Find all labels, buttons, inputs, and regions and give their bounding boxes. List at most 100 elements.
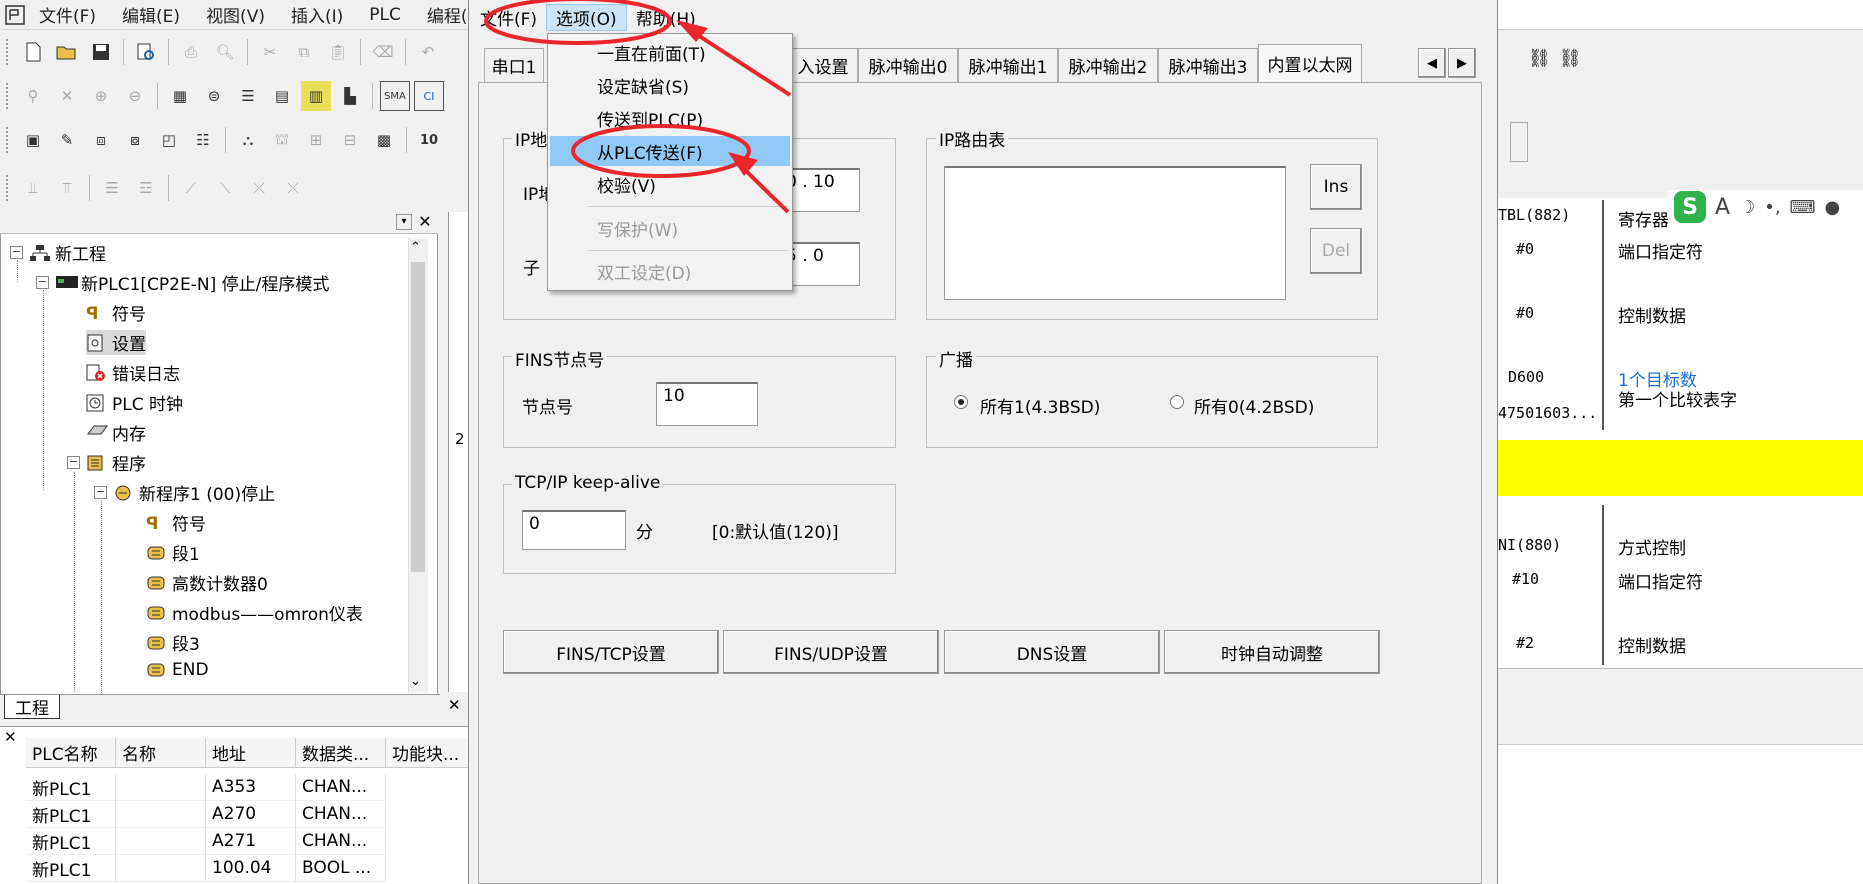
col-plc-name[interactable]: PLC名称 (26, 738, 116, 768)
line-erase-icon[interactable]: ⤫ (244, 173, 274, 203)
tree-item-error-log[interactable]: 错误日志 (86, 360, 180, 385)
table-cell[interactable]: CHAN... (296, 774, 386, 801)
clock-auto-adjust-button[interactable]: 时钟自动调整 (1164, 630, 1380, 674)
scroll-down-icon[interactable]: ⌄ (410, 674, 421, 689)
table-cell[interactable] (116, 801, 206, 828)
panel-close-icon[interactable]: ✕ (416, 212, 434, 231)
menu-view[interactable]: 视图(V) (193, 2, 278, 27)
project-window-icon[interactable]: ▣ (18, 125, 48, 155)
node-number-field[interactable]: 10 (656, 382, 758, 426)
line-draw-icon[interactable]: ⟋ (176, 173, 206, 203)
table-cell[interactable]: CHAN... (296, 828, 386, 855)
table-cell[interactable]: A270 (206, 801, 296, 828)
tree-item-modbus[interactable]: modbus——omron仪表 (146, 600, 363, 625)
tab-pulse1[interactable]: 脉冲输出1 (958, 48, 1058, 82)
menu-plc[interactable]: PLC (356, 5, 414, 25)
menu-item-write-protect[interactable]: 写保护(W) (550, 213, 790, 243)
dialog-menu-help[interactable]: 帮助(H) (627, 5, 705, 30)
tree-item-prog-symbols[interactable]: ꟼ 符号 (146, 510, 206, 536)
col-datatype[interactable]: 数据类... (296, 738, 386, 768)
table-cell[interactable]: 新PLC1 (26, 801, 116, 828)
mnemonic-icon[interactable]: ⛫ (267, 125, 297, 155)
menu-item-always-on-top[interactable]: 一直在前面(T) (550, 37, 790, 67)
menu-insert[interactable]: 插入(I) (278, 2, 356, 27)
replace-icon[interactable]: ✕ (52, 81, 82, 111)
new-file-icon[interactable] (18, 37, 48, 67)
memory-view-icon[interactable]: ▩ (369, 125, 399, 155)
menu-item-verify[interactable]: 校验(V) (550, 169, 790, 199)
tab-builtin-ethernet[interactable]: 内置以太网 (1258, 44, 1362, 82)
line-v-icon[interactable]: ⟍ (210, 173, 240, 203)
table-cell[interactable]: A271 (206, 828, 296, 855)
tree-item-programs[interactable]: − 程序 (67, 450, 146, 475)
open-folder-icon[interactable] (52, 37, 82, 67)
preview-icon[interactable]: 🔍︎ (210, 37, 240, 67)
tree-item-program1[interactable]: − 新程序1 (00)停止 (94, 480, 275, 505)
h-scrollbar[interactable] (1498, 668, 1863, 704)
close-icon[interactable]: ✕ (4, 728, 17, 746)
del-button[interactable]: Del (1310, 228, 1362, 274)
paste-icon[interactable]: 📋︎ (323, 37, 353, 67)
menu-item-transfer-to-plc[interactable]: 传送到PLC(P) (550, 103, 790, 133)
sma-icon[interactable]: SMA (380, 81, 410, 111)
dialog-menu-options[interactable]: 选项(O) (546, 3, 627, 31)
copy-icon[interactable]: ⧉ (289, 37, 319, 67)
panel-pin-icon[interactable]: ▾ (396, 214, 412, 230)
coil-nc-icon[interactable]: ☲ (131, 173, 161, 203)
broadcast-all0-radio[interactable] (1170, 395, 1184, 409)
tab-scroll-left-icon[interactable]: ◀ (1418, 48, 1446, 78)
collapse-icon[interactable]: − (10, 246, 23, 259)
keepalive-field[interactable]: 0 (522, 510, 626, 550)
edit-icon[interactable]: ✎ (52, 125, 82, 155)
hierarchy-icon[interactable]: ▙ (335, 81, 365, 111)
zoom-in-icon[interactable]: ⊕ (86, 81, 116, 111)
tree-item-section3[interactable]: 段3 (146, 630, 200, 655)
tab-serial1[interactable]: 串口1 (484, 48, 544, 82)
table-cell[interactable]: 新PLC1 (26, 828, 116, 855)
toolbar-grip[interactable] (6, 127, 10, 153)
close-icon[interactable]: ✕ (448, 696, 461, 714)
tab-pulse2[interactable]: 脉冲输出2 (1058, 48, 1158, 82)
ladder-icon[interactable]: ⛬ (233, 125, 263, 155)
tree-item-plc-clock[interactable]: PLC 时钟 (86, 390, 183, 415)
broadcast-all0-label[interactable]: 所有0(4.2BSD) (1194, 393, 1314, 418)
broadcast-all1-label[interactable]: 所有1(4.3BSD) (980, 393, 1100, 418)
watch-icon[interactable]: ⧇ (120, 125, 150, 155)
table-cell[interactable] (116, 828, 206, 855)
properties-icon[interactable]: ☷ (188, 125, 218, 155)
fins-tcp-settings-button[interactable]: FINS/TCP设置 (503, 630, 719, 674)
dns-settings-button[interactable]: DNS设置 (944, 630, 1160, 674)
menu-file[interactable]: 文件(F) (26, 2, 109, 27)
ime-lang-icon[interactable]: A (1715, 195, 1730, 220)
tab-project[interactable]: 工程 (4, 695, 60, 719)
table-cell[interactable]: 100.04 (206, 855, 296, 882)
save-icon[interactable] (86, 37, 116, 67)
ime-logo-icon[interactable]: S (1674, 191, 1706, 223)
tab-pulse3[interactable]: 脉冲输出3 (1158, 48, 1258, 82)
st-icon[interactable]: ⊞ (301, 125, 331, 155)
number-10-icon[interactable]: 10 (414, 125, 444, 155)
tab-input-settings[interactable]: 入设置 (788, 48, 858, 82)
print-preview-icon[interactable] (131, 37, 161, 67)
undo-icon[interactable]: ↶ (413, 37, 443, 67)
table-cell[interactable]: 新PLC1 (26, 855, 116, 882)
address-icon[interactable]: ◰ (154, 125, 184, 155)
ins-button[interactable]: Ins (1310, 164, 1362, 210)
toolbar-grip[interactable] (6, 175, 10, 201)
table-cell[interactable] (116, 774, 206, 801)
find-icon[interactable]: ⚲ (18, 81, 48, 111)
tree-item-hs-counter[interactable]: 高数计数器0 (146, 570, 268, 595)
tree-item-symbols[interactable]: ꟼ 符号 (86, 300, 146, 326)
table-cell[interactable] (116, 855, 206, 882)
online-icon[interactable]: ⛓ (1528, 48, 1551, 69)
tree-item-section1[interactable]: 段1 (146, 540, 200, 565)
ime-moon-icon[interactable]: ☽ (1739, 197, 1755, 218)
tree-item-plc[interactable]: − 新PLC1[CP2E-N] 停止/程序模式 (36, 270, 329, 295)
scroll-up-icon[interactable]: ⌃ (410, 240, 421, 255)
col-address[interactable]: 地址 (206, 738, 296, 768)
grid-icon[interactable]: ▦ (165, 81, 195, 111)
tree-item-memory[interactable]: 内存 (86, 420, 146, 445)
table-cell[interactable]: BOOL ... (296, 855, 386, 882)
coil-icon[interactable]: ☰ (97, 173, 127, 203)
list-icon[interactable]: ☰ (233, 81, 263, 111)
